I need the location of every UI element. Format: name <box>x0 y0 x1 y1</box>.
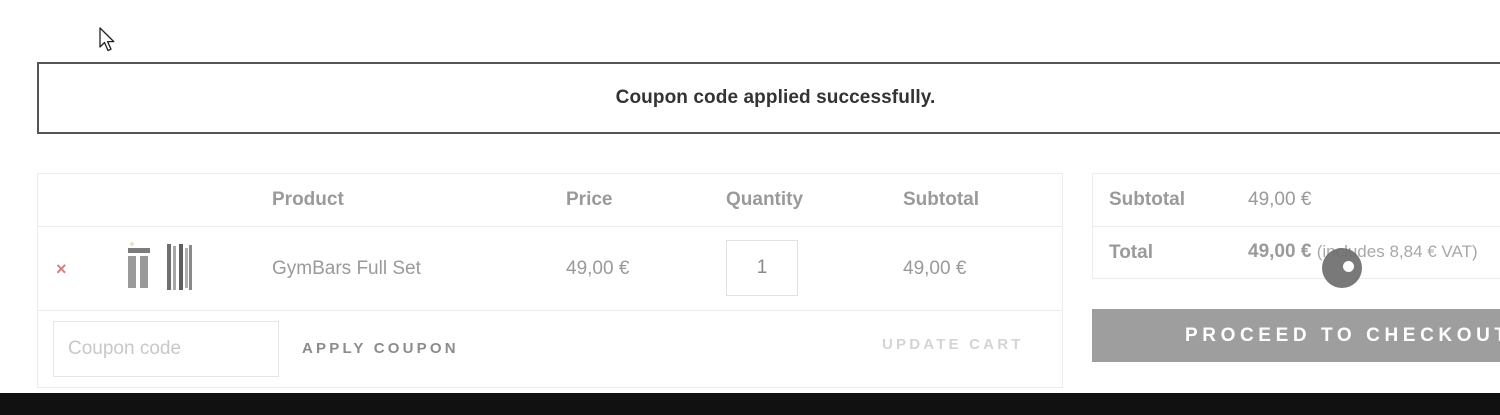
apply-coupon-button[interactable]: APPLY COUPON <box>302 340 459 357</box>
coupon-code-input[interactable]: Coupon code <box>53 321 279 377</box>
total-value-group: 49,00 € (includes 8,84 € VAT) <box>1248 241 1478 263</box>
mouse-cursor-icon <box>99 27 115 52</box>
header-quantity: Quantity <box>726 189 804 210</box>
divider <box>1093 226 1500 227</box>
product-name-link[interactable]: GymBars Full Set <box>272 258 421 280</box>
header-price: Price <box>566 189 613 210</box>
cart-table: Product Price Quantity Subtotal × GymBar… <box>37 173 1063 388</box>
total-label: Total <box>1109 242 1153 263</box>
item-subtotal: 49,00 € <box>903 258 967 279</box>
footer-bar <box>0 393 1500 415</box>
divider <box>38 310 1062 311</box>
header-product: Product <box>272 189 344 210</box>
subtotal-label: Subtotal <box>1109 189 1185 210</box>
loading-spinner-icon <box>1322 248 1362 288</box>
success-notice: Coupon code applied successfully. <box>37 62 1500 134</box>
divider <box>38 226 1062 227</box>
total-value: 49,00 € <box>1248 241 1312 262</box>
update-cart-button[interactable]: UPDATE CART <box>882 336 1024 353</box>
product-thumbnail[interactable] <box>126 242 196 294</box>
quantity-input[interactable]: 1 <box>726 240 798 296</box>
notice-message: Coupon code applied successfully. <box>615 87 936 108</box>
remove-item-icon[interactable]: × <box>56 259 67 280</box>
item-price: 49,00 € <box>566 258 630 279</box>
subtotal-value: 49,00 € <box>1248 189 1312 210</box>
cart-totals: Subtotal 49,00 € Total 49,00 € (includes… <box>1092 173 1500 279</box>
proceed-to-checkout-button[interactable]: PROCEED TO CHECKOUT <box>1092 309 1500 362</box>
header-subtotal: Subtotal <box>903 189 979 210</box>
